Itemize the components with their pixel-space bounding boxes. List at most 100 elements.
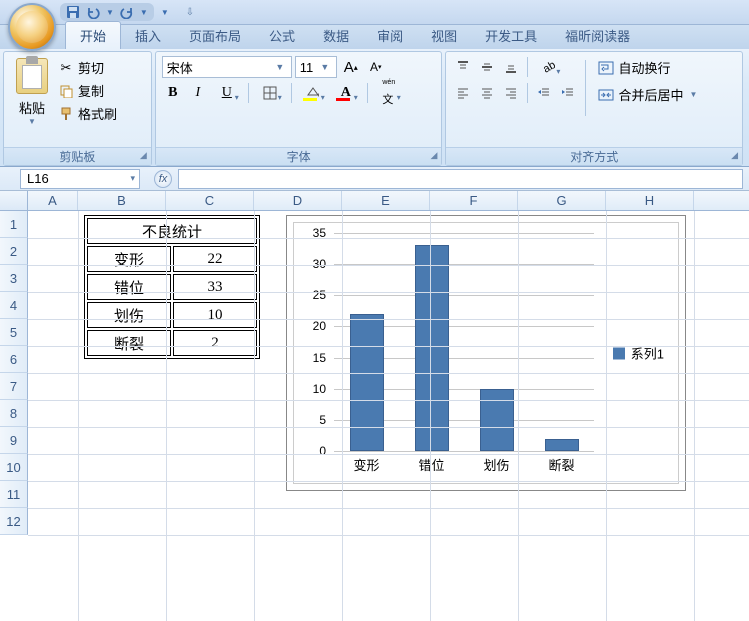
wrap-icon bbox=[598, 60, 614, 76]
increase-font-button[interactable]: A▴ bbox=[340, 56, 362, 78]
brush-icon bbox=[58, 106, 74, 122]
row-header[interactable]: 1 bbox=[0, 211, 28, 238]
name-box-value: L16 bbox=[27, 171, 49, 186]
col-header[interactable]: F bbox=[430, 191, 518, 210]
font-name-combo[interactable]: 宋体 ▼ bbox=[162, 56, 292, 78]
qat-customize-icon[interactable]: ▼ bbox=[161, 8, 169, 17]
col-header[interactable]: D bbox=[254, 191, 342, 210]
row-header[interactable]: 2 bbox=[0, 238, 28, 265]
ribbon-group-alignment: ab 自动换行 合并后居中 ▼ 对齐方式 bbox=[445, 51, 743, 166]
tab-5[interactable]: 审阅 bbox=[363, 22, 417, 49]
tab-2[interactable]: 页面布局 bbox=[175, 22, 255, 49]
copy-button[interactable]: 复制 bbox=[58, 81, 117, 100]
orientation-button[interactable]: ab bbox=[533, 56, 563, 78]
row-header[interactable]: 12 bbox=[0, 508, 28, 535]
align-top-button[interactable] bbox=[452, 56, 474, 78]
wrap-label: 自动换行 bbox=[618, 58, 670, 77]
chevron-down-icon: ▼ bbox=[318, 62, 332, 72]
font-size-combo[interactable]: 11 ▼ bbox=[295, 56, 337, 78]
align-left-button[interactable] bbox=[452, 82, 474, 104]
col-header[interactable]: G bbox=[518, 191, 606, 210]
chevron-down-icon: ▼ bbox=[273, 62, 287, 72]
align-bottom-button[interactable] bbox=[500, 56, 522, 78]
align-right-button[interactable] bbox=[500, 82, 522, 104]
row-header[interactable]: 10 bbox=[0, 454, 28, 481]
decrease-font-button[interactable]: A▾ bbox=[365, 56, 387, 78]
paste-dropdown-icon[interactable]: ▼ bbox=[28, 117, 36, 126]
ribbon-group-font: 宋体 ▼ 11 ▼ A▴ A▾ B I U A wén文 字体 bbox=[155, 51, 443, 166]
ribbon-tabs: 开始插入页面布局公式数据审阅视图开发工具福昕阅读器 bbox=[0, 25, 749, 49]
increase-indent-button[interactable] bbox=[557, 82, 579, 104]
font-group-label: 字体 bbox=[156, 147, 442, 165]
fx-icon[interactable]: fx bbox=[154, 170, 172, 188]
spreadsheet-grid[interactable]: ABCDEFGH 123456789101112 不良统计变形22错位33划伤1… bbox=[0, 191, 749, 621]
svg-text:ab: ab bbox=[542, 60, 556, 74]
font-name-value: 宋体 bbox=[167, 58, 193, 77]
chart-bar bbox=[545, 439, 579, 451]
row-header[interactable]: 7 bbox=[0, 373, 28, 400]
chart-bar bbox=[415, 245, 449, 451]
undo-icon[interactable] bbox=[86, 5, 100, 19]
save-icon[interactable] bbox=[66, 5, 80, 19]
font-color-button[interactable]: A bbox=[331, 82, 361, 104]
paste-icon[interactable] bbox=[16, 58, 48, 94]
legend-swatch bbox=[613, 347, 625, 359]
italic-button[interactable]: I bbox=[187, 82, 209, 104]
col-header[interactable]: A bbox=[28, 191, 78, 210]
col-header[interactable]: C bbox=[166, 191, 254, 210]
tab-3[interactable]: 公式 bbox=[255, 22, 309, 49]
fill-color-button[interactable] bbox=[298, 82, 328, 104]
wrap-text-button[interactable]: 自动换行 bbox=[592, 56, 703, 79]
align-center-button[interactable] bbox=[476, 82, 498, 104]
tab-7[interactable]: 开发工具 bbox=[471, 22, 551, 49]
col-header[interactable]: B bbox=[78, 191, 166, 210]
office-button[interactable] bbox=[8, 3, 56, 51]
merge-label: 合并后居中 bbox=[618, 85, 683, 104]
tab-1[interactable]: 插入 bbox=[121, 22, 175, 49]
tab-8[interactable]: 福昕阅读器 bbox=[551, 22, 644, 49]
qat-overflow-icon[interactable]: ⇩ bbox=[186, 7, 194, 18]
paste-button[interactable]: 粘贴 bbox=[19, 98, 45, 117]
copy-icon bbox=[58, 83, 74, 99]
tab-0[interactable]: 开始 bbox=[65, 21, 121, 49]
name-box[interactable]: L16 bbox=[20, 169, 140, 189]
chart-bar bbox=[350, 314, 384, 451]
underline-button[interactable]: U bbox=[212, 82, 242, 104]
row-header[interactable]: 9 bbox=[0, 427, 28, 454]
border-button[interactable] bbox=[255, 82, 285, 104]
cut-button[interactable]: ✂剪切 bbox=[58, 58, 117, 77]
row-header[interactable]: 11 bbox=[0, 481, 28, 508]
align-middle-button[interactable] bbox=[476, 56, 498, 78]
tab-6[interactable]: 视图 bbox=[417, 22, 471, 49]
formula-bar-row: L16 fx bbox=[0, 167, 749, 191]
format-painter-button[interactable]: 格式刷 bbox=[58, 104, 117, 123]
row-header[interactable]: 8 bbox=[0, 400, 28, 427]
font-size-value: 11 bbox=[300, 60, 314, 75]
row-header[interactable]: 5 bbox=[0, 319, 28, 346]
undo-dropdown-icon[interactable]: ▼ bbox=[106, 8, 114, 17]
alignment-group-label: 对齐方式 bbox=[446, 147, 742, 165]
data-table[interactable]: 不良统计变形22错位33划伤10断裂2 bbox=[84, 215, 260, 359]
bold-button[interactable]: B bbox=[162, 82, 184, 104]
select-all-corner[interactable] bbox=[0, 191, 28, 210]
col-header[interactable]: E bbox=[342, 191, 430, 210]
tab-4[interactable]: 数据 bbox=[309, 22, 363, 49]
row-header[interactable]: 6 bbox=[0, 346, 28, 373]
chart-x-axis: 变形错位划伤断裂 bbox=[334, 455, 594, 475]
merge-center-button[interactable]: 合并后居中 ▼ bbox=[592, 83, 703, 106]
ribbon-group-clipboard: 粘贴 ▼ ✂剪切 复制 格式刷 剪贴板 bbox=[3, 51, 152, 166]
format-painter-label: 格式刷 bbox=[78, 104, 117, 123]
redo-icon[interactable] bbox=[120, 5, 134, 19]
chevron-down-icon: ▼ bbox=[689, 90, 697, 99]
scissors-icon: ✂ bbox=[58, 60, 74, 76]
row-header[interactable]: 3 bbox=[0, 265, 28, 292]
decrease-indent-button[interactable] bbox=[533, 82, 555, 104]
formula-bar[interactable] bbox=[178, 169, 743, 189]
redo-dropdown-icon[interactable]: ▼ bbox=[140, 8, 148, 17]
chart-bar bbox=[480, 389, 514, 451]
copy-label: 复制 bbox=[78, 81, 104, 100]
row-header[interactable]: 4 bbox=[0, 292, 28, 319]
phonetic-button[interactable]: wén文 bbox=[374, 82, 404, 104]
chart[interactable]: 05101520253035 变形错位划伤断裂 系列1 bbox=[286, 215, 686, 491]
col-header[interactable]: H bbox=[606, 191, 694, 210]
